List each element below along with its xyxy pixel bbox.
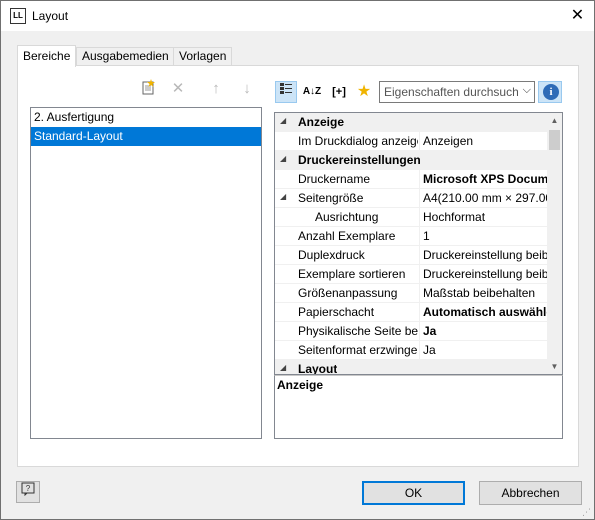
list-item[interactable]: 2. Ausfertigung — [31, 108, 261, 127]
resize-grip-icon[interactable]: ⋰ — [582, 507, 594, 519]
property-name: Exemplare sortieren — [298, 267, 406, 281]
property-value[interactable]: Ja — [423, 343, 547, 357]
property-name: Seitenformat erzwingen — [298, 343, 418, 357]
column-divider — [419, 170, 420, 189]
category-row[interactable]: ◢ Layout — [275, 360, 547, 375]
column-divider — [419, 208, 420, 227]
collapse-icon[interactable]: ◢ — [280, 154, 286, 163]
close-icon[interactable]: ✕ — [561, 1, 594, 31]
property-value[interactable]: Maßstab beibehalten — [423, 286, 547, 300]
ok-button[interactable]: OK — [362, 481, 465, 505]
property-name: Papierschacht — [298, 305, 375, 319]
property-row[interactable]: Duplexdruck Druckereinstellung beibehalt… — [275, 246, 547, 265]
info-button[interactable]: i — [538, 81, 562, 103]
property-value[interactable]: 1 — [423, 229, 547, 243]
collapse-icon[interactable]: ◢ — [280, 363, 286, 372]
property-row[interactable]: ◢ Seitengröße A4(210.00 mm × 297.00 mm) — [275, 189, 547, 208]
info-icon: i — [543, 84, 559, 100]
scroll-up-icon[interactable]: ▲ — [547, 113, 562, 128]
property-row[interactable]: Papierschacht Automatisch auswählen — [275, 303, 547, 322]
star-icon[interactable]: ★ — [353, 81, 375, 103]
property-name: Im Druckdialog anzeigen — [298, 134, 418, 148]
category-label: Anzeige — [298, 115, 345, 129]
categorized-icon — [280, 83, 292, 94]
property-name: Anzahl Exemplare — [298, 229, 396, 243]
category-label: Druckereinstellungen — [298, 153, 421, 167]
vertical-scrollbar[interactable]: ▲ ▼ — [547, 113, 562, 374]
help-button[interactable]: ? — [16, 481, 40, 503]
arrow-up-icon[interactable]: ↑ — [206, 79, 226, 99]
property-name: Duplexdruck — [298, 248, 365, 262]
property-value[interactable]: Druckereinstellung beibehalten — [423, 248, 547, 262]
sort-az-button[interactable]: A↓Z — [301, 81, 323, 103]
expand-all-button[interactable]: [+] — [328, 81, 350, 103]
help-icon: ? — [21, 482, 35, 497]
column-divider — [419, 227, 420, 246]
property-row[interactable]: Physikalische Seite benutzen Ja — [275, 322, 547, 341]
property-value[interactable]: Ja — [423, 324, 547, 338]
app-logo-icon: LL — [10, 8, 26, 24]
property-row[interactable]: Ausrichtung Hochformat — [275, 208, 547, 227]
property-row[interactable]: Anzahl Exemplare 1 — [275, 227, 547, 246]
property-name: Physikalische Seite benutzen — [298, 324, 418, 338]
column-divider — [419, 132, 420, 151]
list-item[interactable]: Standard-Layout — [31, 127, 261, 146]
property-value[interactable]: A4(210.00 mm × 297.00 mm) — [423, 191, 547, 205]
property-value[interactable]: Hochformat — [423, 210, 547, 224]
property-description: Anzeige — [274, 375, 563, 439]
chevron-down-icon[interactable]: ⌵ — [523, 84, 531, 97]
cancel-button[interactable]: Abbrechen — [479, 481, 582, 505]
categorized-view-button[interactable] — [275, 81, 297, 103]
property-row[interactable]: Druckername Microsoft XPS Document Write… — [275, 170, 547, 189]
column-divider — [419, 265, 420, 284]
scroll-down-icon[interactable]: ▼ — [547, 359, 562, 374]
search-placeholder: Eigenschaften durchsuchen — [384, 85, 518, 99]
property-grid[interactable]: ◢ Anzeige Im Druckdialog anzeigen Anzeig… — [274, 112, 563, 375]
property-row[interactable]: Größenanpassung Maßstab beibehalten — [275, 284, 547, 303]
delete-icon[interactable]: ✕ — [168, 79, 188, 99]
column-divider — [419, 303, 420, 322]
property-row[interactable]: Seitenformat erzwingen Ja — [275, 341, 547, 360]
category-row[interactable]: ◢ Druckereinstellungen — [275, 151, 547, 170]
tab-ausgabemedien[interactable]: Ausgabemedien — [76, 47, 175, 66]
column-divider — [419, 189, 420, 208]
svg-text:?: ? — [26, 484, 31, 493]
tab-bereiche[interactable]: Bereiche — [17, 45, 77, 67]
property-name: Seitengröße — [298, 191, 364, 205]
property-row[interactable]: Exemplare sortieren Druckereinstellung b… — [275, 265, 547, 284]
property-search-combo[interactable]: Eigenschaften durchsuchen ⌵ — [379, 81, 535, 103]
layout-list[interactable]: 2. Ausfertigung Standard-Layout — [30, 107, 262, 439]
property-value[interactable]: Anzeigen — [423, 134, 547, 148]
tab-vorlagen[interactable]: Vorlagen — [173, 47, 233, 66]
collapse-icon[interactable]: ◢ — [280, 116, 286, 125]
property-value[interactable]: Microsoft XPS Document Writer — [423, 172, 547, 186]
layout-dialog: LL Layout ✕ Bereiche Ausgabemedien Vorla… — [0, 0, 595, 520]
scrollbar-thumb[interactable] — [549, 130, 560, 150]
title-bar: LL Layout ✕ — [1, 1, 594, 31]
column-divider — [419, 322, 420, 341]
column-divider — [419, 341, 420, 360]
collapse-icon[interactable]: ◢ — [280, 192, 286, 201]
property-name: Ausrichtung — [315, 210, 379, 224]
property-value[interactable]: Automatisch auswählen — [423, 305, 547, 319]
category-label: Layout — [298, 362, 338, 375]
description-title: Anzeige — [277, 378, 324, 392]
property-name: Größenanpassung — [298, 286, 398, 300]
category-row[interactable]: ◢ Anzeige — [275, 113, 547, 132]
window-title: Layout — [32, 9, 69, 23]
new-item-icon[interactable] — [138, 79, 158, 99]
property-row[interactable]: Im Druckdialog anzeigen Anzeigen — [275, 132, 547, 151]
column-divider — [419, 246, 420, 265]
arrow-down-icon[interactable]: ↓ — [237, 79, 257, 99]
property-name: Druckername — [298, 172, 371, 186]
column-divider — [419, 284, 420, 303]
property-value[interactable]: Druckereinstellung beibehalten — [423, 267, 547, 281]
